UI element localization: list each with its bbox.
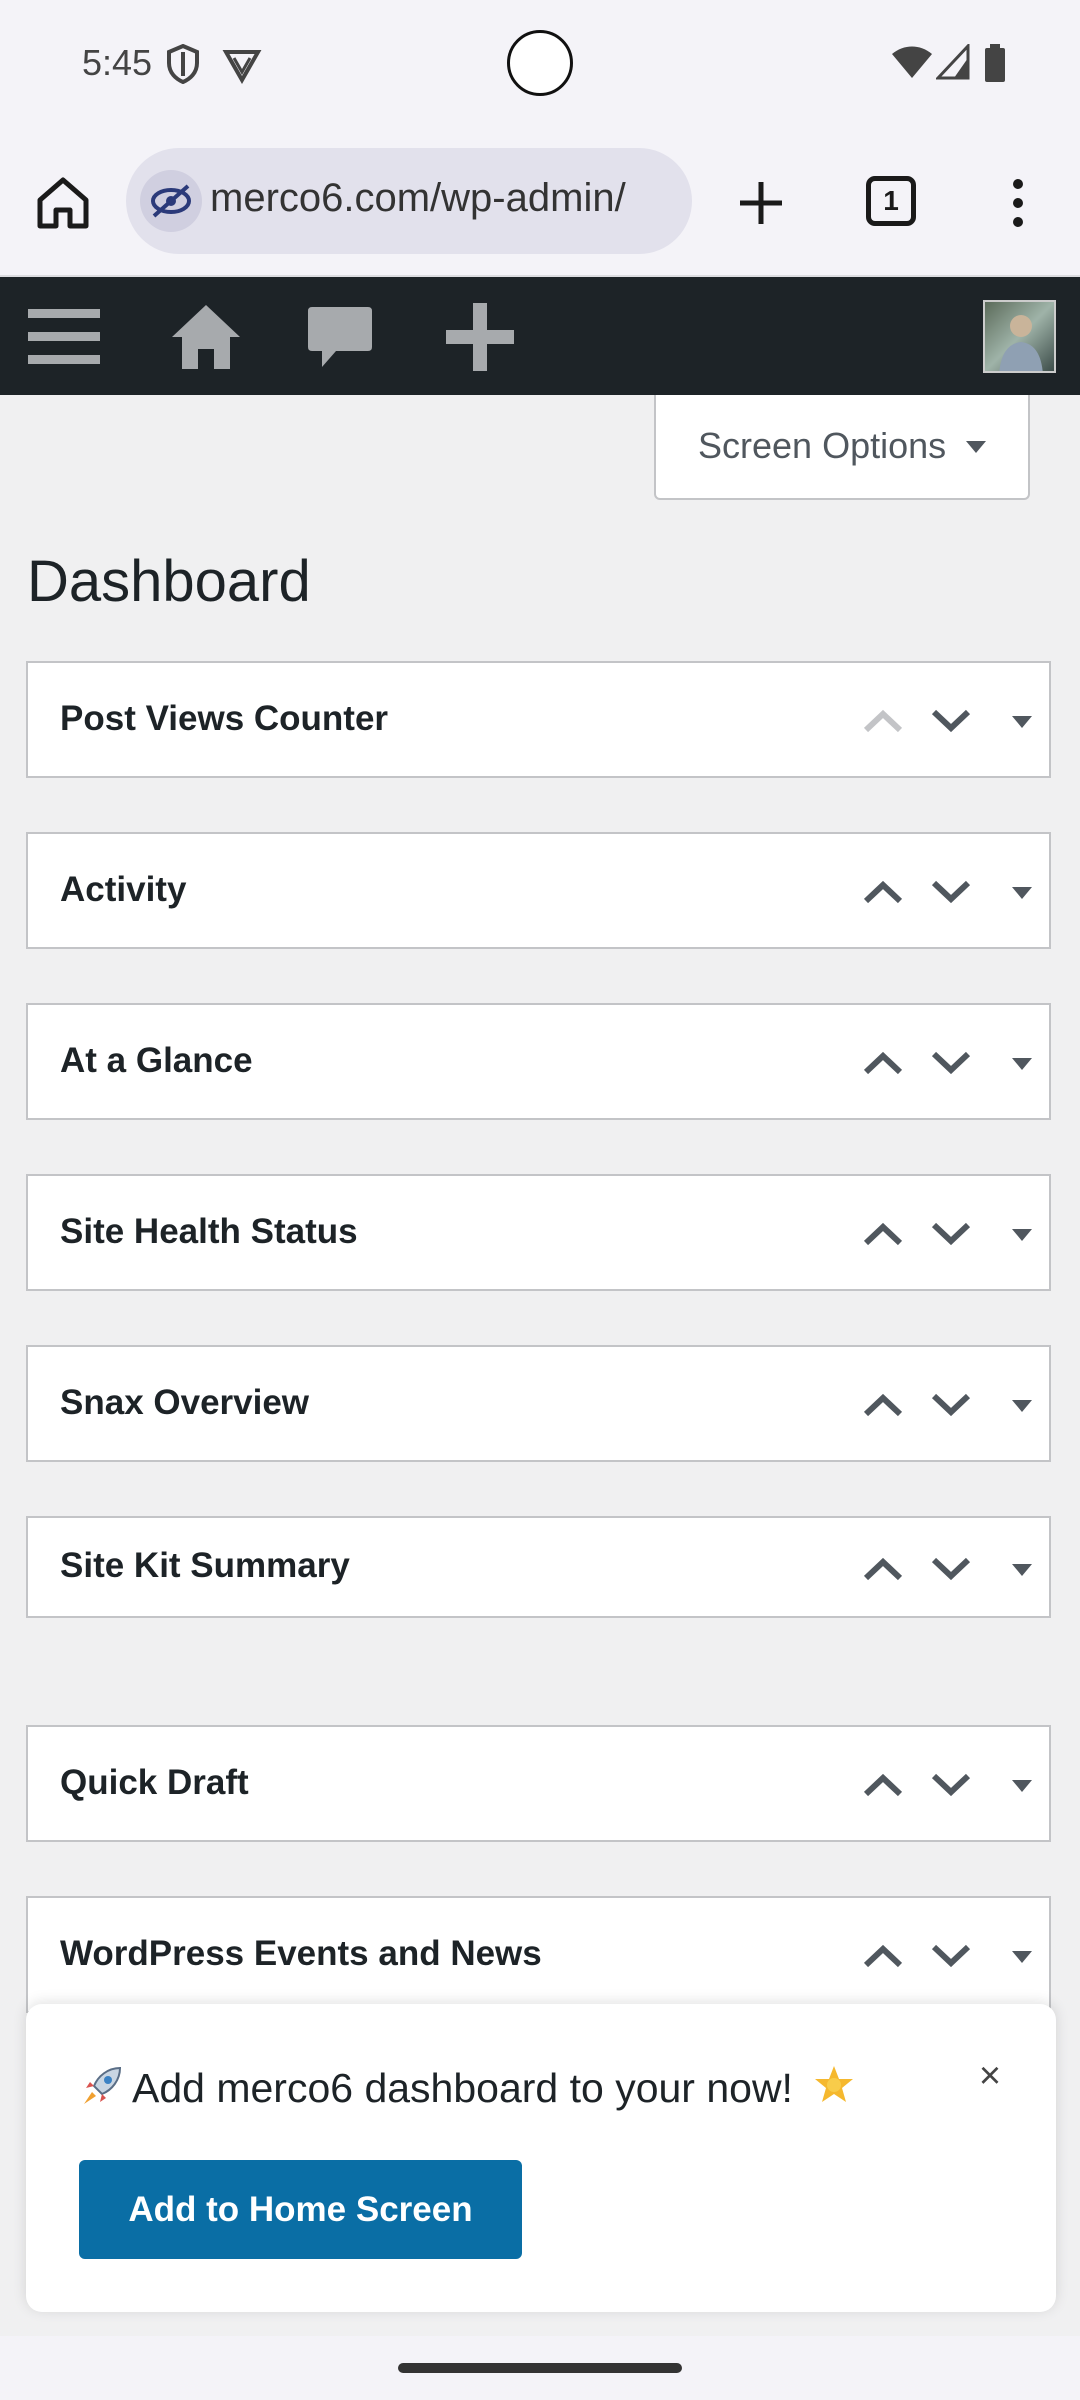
chevron-up-icon[interactable]	[858, 696, 908, 746]
more-vert-icon[interactable]	[998, 170, 1038, 236]
toggle-panel-icon[interactable]	[998, 1209, 1048, 1259]
address-bar[interactable]: merco6.com/wp-admin/	[126, 148, 692, 254]
postbox-title: Quick Draft	[60, 1763, 249, 1802]
status-time: 5:45	[82, 42, 153, 83]
status-bar: 5:45	[0, 0, 1080, 130]
add-to-home-prompt: Add merco6 dashboard to your now! × Add …	[26, 2004, 1056, 2312]
chevron-down-icon[interactable]	[926, 696, 976, 746]
chevron-up-icon[interactable]	[858, 1544, 908, 1594]
wifi-icon	[890, 44, 934, 85]
toggle-panel-icon[interactable]	[998, 867, 1048, 917]
toggle-panel-icon[interactable]	[998, 1544, 1048, 1594]
menu-icon[interactable]	[24, 297, 104, 377]
plus-icon[interactable]	[728, 170, 794, 236]
browser-toolbar: merco6.com/wp-admin/ 1	[0, 130, 1080, 277]
caret-down-icon	[966, 441, 986, 453]
postbox-title: Site Kit Summary	[60, 1546, 350, 1585]
chevron-down-icon[interactable]	[926, 1038, 976, 1088]
battery-icon	[984, 44, 1006, 87]
chevron-down-icon[interactable]	[926, 1760, 976, 1810]
chevron-down-icon[interactable]	[926, 1380, 976, 1430]
postbox-title: Activity	[60, 870, 187, 909]
tabs-icon[interactable]: 1	[866, 176, 916, 226]
eye-off-icon[interactable]	[140, 170, 202, 232]
chevron-up-icon[interactable]	[858, 1931, 908, 1981]
chevron-down-icon[interactable]	[926, 1544, 976, 1594]
toggle-panel-icon[interactable]	[998, 1038, 1048, 1088]
chevron-up-icon[interactable]	[858, 1760, 908, 1810]
install-message-text: Add merco6 dashboard to your now!	[132, 2064, 793, 2111]
wp-admin-bar	[0, 277, 1080, 395]
toggle-panel-icon[interactable]	[998, 1931, 1048, 1981]
install-message: Add merco6 dashboard to your now!	[80, 2064, 856, 2118]
home-icon[interactable]	[30, 170, 96, 236]
toggle-panel-icon[interactable]	[998, 696, 1048, 746]
chevron-down-icon[interactable]	[926, 1931, 976, 1981]
chevron-down-icon[interactable]	[926, 1209, 976, 1259]
postbox-post-views-counter: Post Views Counter	[26, 661, 1051, 778]
screen-options-label: Screen Options	[698, 425, 947, 466]
page-title: Dashboard	[27, 549, 311, 614]
screen-options-button[interactable]: Screen Options	[654, 395, 1030, 500]
chevron-up-icon[interactable]	[858, 867, 908, 917]
toggle-panel-icon[interactable]	[998, 1380, 1048, 1430]
plus-icon[interactable]	[440, 297, 520, 377]
url-text[interactable]: merco6.com/wp-admin/	[210, 176, 626, 221]
chevron-up-icon[interactable]	[858, 1209, 908, 1259]
toggle-panel-icon[interactable]	[998, 1760, 1048, 1810]
star-icon	[812, 2064, 856, 2118]
postbox-title: Post Views Counter	[60, 699, 389, 738]
postbox-title: WordPress Events and News	[60, 1934, 542, 1973]
postbox-activity: Activity	[26, 832, 1051, 949]
add-to-home-screen-button[interactable]: Add to Home Screen	[79, 2160, 522, 2259]
postbox-title: Site Health Status	[60, 1212, 358, 1251]
avatar[interactable]	[983, 300, 1056, 373]
postbox-at-a-glance: At a Glance	[26, 1003, 1051, 1120]
shield-icon	[166, 43, 200, 89]
postbox-site-kit-summary: Site Kit Summary	[26, 1516, 1051, 1618]
gesture-handle[interactable]	[398, 2363, 682, 2373]
vpn-icon	[222, 44, 262, 89]
postbox-quick-draft: Quick Draft	[26, 1725, 1051, 1842]
home-icon[interactable]	[166, 297, 246, 377]
close-icon[interactable]: ×	[970, 2056, 1010, 2096]
comment-icon[interactable]	[300, 297, 380, 377]
postbox-title: At a Glance	[60, 1041, 253, 1080]
postbox-wordpress-events-and-news: WordPress Events and News	[26, 1896, 1051, 2013]
postbox-title: Snax Overview	[60, 1383, 310, 1422]
chevron-up-icon[interactable]	[858, 1038, 908, 1088]
chevron-down-icon[interactable]	[926, 867, 976, 917]
rocket-icon	[80, 2064, 124, 2118]
postbox-snax-overview: Snax Overview	[26, 1345, 1051, 1462]
signal-icon	[934, 42, 970, 85]
chevron-up-icon[interactable]	[858, 1380, 908, 1430]
postbox-site-health-status: Site Health Status	[26, 1174, 1051, 1291]
camera-cutout	[507, 30, 573, 96]
